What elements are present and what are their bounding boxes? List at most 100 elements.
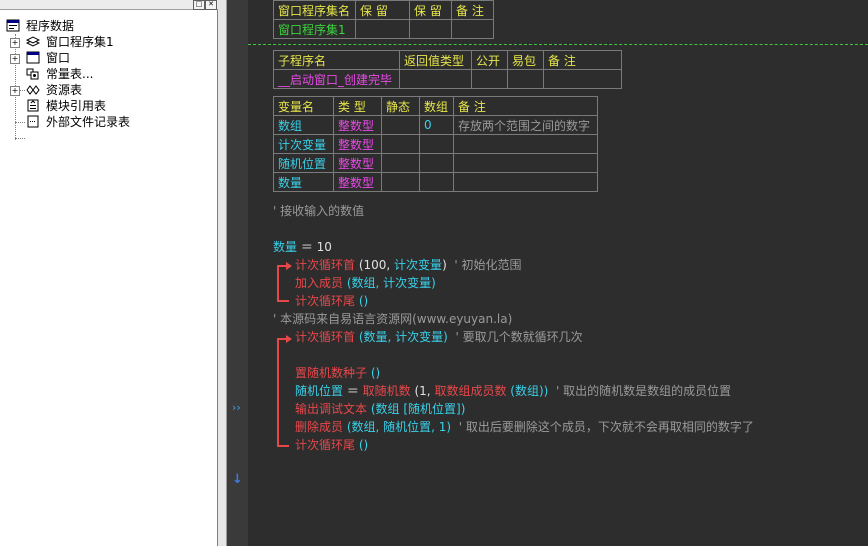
restore-button[interactable]: □ [193, 0, 205, 10]
code-token: 数量 [273, 240, 298, 254]
code-token: 置随机数种子 [295, 366, 368, 380]
code-comment: ' 要取几个数就循环几次 [455, 330, 583, 344]
program-data-icon [6, 19, 20, 32]
tree-item-label: 模块引用表 [46, 99, 107, 113]
code-token: 输出调试文本 [295, 402, 368, 416]
variable-name-cell[interactable]: 数组 [273, 115, 334, 135]
code-token: (100, [355, 258, 395, 272]
table-cell[interactable] [381, 172, 420, 192]
code-line-loop-end[interactable]: 计次循环尾 () [295, 436, 368, 454]
tree-item-label: 程序数据 [26, 19, 75, 33]
variable-type-cell[interactable]: 整数型 [333, 172, 382, 192]
table-row[interactable]: __启动窗口_创建完毕 [273, 69, 622, 89]
code-line-random-seed[interactable]: 置随机数种子 () [295, 364, 380, 382]
table-header-cell: 类 型 [333, 96, 382, 116]
variable-name-cell[interactable]: 计次变量 [273, 134, 334, 154]
table-row[interactable]: 随机位置 整数型 [273, 153, 598, 173]
table-cell[interactable] [507, 69, 544, 89]
code-token: 删除成员 [295, 420, 344, 434]
code-comment: ' 取出后要删除这个成员，下次就不会再取相同的数字了 [458, 420, 754, 434]
down-arrow-icon[interactable]: ↓ [232, 472, 243, 487]
expand-icon[interactable]: + [10, 54, 20, 64]
editor-gutter: ›› ↓ [227, 0, 248, 546]
tree-item-label: 外部文件记录表 [46, 115, 131, 129]
table-cell[interactable] [453, 172, 598, 192]
table-cell[interactable] [355, 19, 410, 39]
code-token: (数量, 计次变量) [355, 330, 448, 344]
expand-icon[interactable]: + [10, 38, 20, 48]
code-line-loop-start[interactable]: 计次循环首 (数量, 计次变量) ' 要取几个数就循环几次 [295, 328, 583, 346]
table-cell[interactable] [451, 19, 494, 39]
table-cell[interactable] [419, 153, 454, 173]
tree-item-label: 常量表... [46, 67, 94, 81]
table-header-cell: 窗口程序集名 [273, 0, 356, 20]
tree-item-label: 窗口程序集1 [46, 35, 114, 49]
loop-bracket [277, 265, 279, 301]
code-line-delete-member[interactable]: 删除成员 (数组, 随机位置, 1) ' 取出后要删除这个成员，下次就不会再取相… [295, 418, 754, 436]
panel-splitter[interactable] [218, 0, 227, 546]
table-cell[interactable] [453, 134, 598, 154]
code-comment[interactable]: ' 本源码来自易语言资源网(www.eyuyan.la) [273, 310, 512, 328]
code-token: 加入成员 [295, 276, 344, 290]
table-header-cell: 保 留 [409, 0, 452, 20]
code-line-loop-end[interactable]: 计次循环尾 () [295, 292, 368, 310]
code-token: (数组, 随机位置, 1) [343, 420, 452, 434]
loop-bracket [277, 338, 279, 446]
window-icon [26, 51, 40, 64]
table-cell[interactable] [409, 19, 452, 39]
code-token: (数组 [随机位置]) [367, 402, 466, 416]
code-line-loop-start[interactable]: 计次循环首 (100, 计次变量) ' 初始化范围 [295, 256, 522, 274]
table-row[interactable]: 数组 整数型 0 存放两个范围之间的数字 [273, 115, 598, 135]
code-comment[interactable]: ' 接收输入的数值 [273, 202, 364, 220]
variable-type-cell[interactable]: 整数型 [333, 153, 382, 173]
table-cell[interactable] [381, 115, 420, 135]
table-header-cell: 数组 [419, 96, 454, 116]
loop-arrow-icon [286, 335, 292, 343]
variable-type-cell[interactable]: 整数型 [333, 115, 382, 135]
code-line-debug-output[interactable]: 输出调试文本 (数组 [随机位置]) [295, 400, 465, 418]
expand-icon[interactable]: + [10, 86, 20, 96]
table-cell[interactable] [453, 153, 598, 173]
code-token: (数组)) [506, 384, 549, 398]
code-line-random-position[interactable]: 随机位置 ＝ 取随机数 (1, 取数组成员数 (数组)) ' 取出的随机数是数组… [295, 382, 731, 400]
assembly-name-cell[interactable]: 窗口程序集1 [273, 19, 356, 39]
table-cell[interactable] [471, 69, 508, 89]
table-cell[interactable] [381, 153, 420, 173]
close-button[interactable]: ✕ [205, 0, 217, 10]
table-header-cell: 备 注 [543, 50, 622, 70]
code-token: 10 [316, 240, 332, 254]
code-comment: ' 初始化范围 [454, 258, 522, 272]
table-row[interactable]: 数量 整数型 [273, 172, 598, 192]
table-cell[interactable] [381, 134, 420, 154]
table-cell[interactable] [419, 172, 454, 192]
external-file-icon [26, 115, 40, 128]
table-header-cell: 易包 [507, 50, 544, 70]
constants-icon [26, 67, 40, 80]
table-cell[interactable] [399, 69, 472, 89]
current-line-marker-icon: ›› [232, 401, 241, 414]
tree-panel-titlebar: □ ✕ [0, 0, 218, 10]
code-line-assign[interactable]: 数量 ＝ 10 [273, 238, 332, 256]
assembly-table: 窗口程序集名 保 留 保 留 备 注 窗口程序集1 [273, 0, 494, 39]
code-token: 计次循环尾 [295, 438, 356, 452]
code-token: 取随机数 [362, 384, 411, 398]
table-header-row: 窗口程序集名 保 留 保 留 备 注 [273, 0, 494, 20]
code-token: ＝ [297, 240, 317, 254]
code-token: 计次循环首 [295, 258, 356, 272]
table-header-cell: 变量名 [273, 96, 334, 116]
table-cell[interactable] [419, 134, 454, 154]
table-cell[interactable] [543, 69, 622, 89]
variable-type-cell[interactable]: 整数型 [333, 134, 382, 154]
table-row[interactable]: 窗口程序集1 [273, 19, 494, 39]
variable-name-cell[interactable]: 数量 [273, 172, 334, 192]
variable-table: 变量名 类 型 静态 数组 备 注 数组 整数型 0 存放两个范围之间的数字 计… [273, 96, 598, 192]
tree-item-label: 资源表 [46, 83, 83, 97]
code-editor[interactable]: 窗口程序集名 保 留 保 留 备 注 窗口程序集1 子程序名 返回值类型 公开 … [248, 0, 868, 546]
table-cell[interactable]: 0 [419, 115, 454, 135]
subroutine-name-cell[interactable]: __启动窗口_创建完毕 [273, 69, 400, 89]
variable-name-cell[interactable]: 随机位置 [273, 153, 334, 173]
code-line-add-member[interactable]: 加入成员 (数组, 计次变量) [295, 274, 436, 292]
table-row[interactable]: 计次变量 整数型 [273, 134, 598, 154]
table-header-cell: 子程序名 [273, 50, 400, 70]
table-cell[interactable]: 存放两个范围之间的数字 [453, 115, 598, 135]
